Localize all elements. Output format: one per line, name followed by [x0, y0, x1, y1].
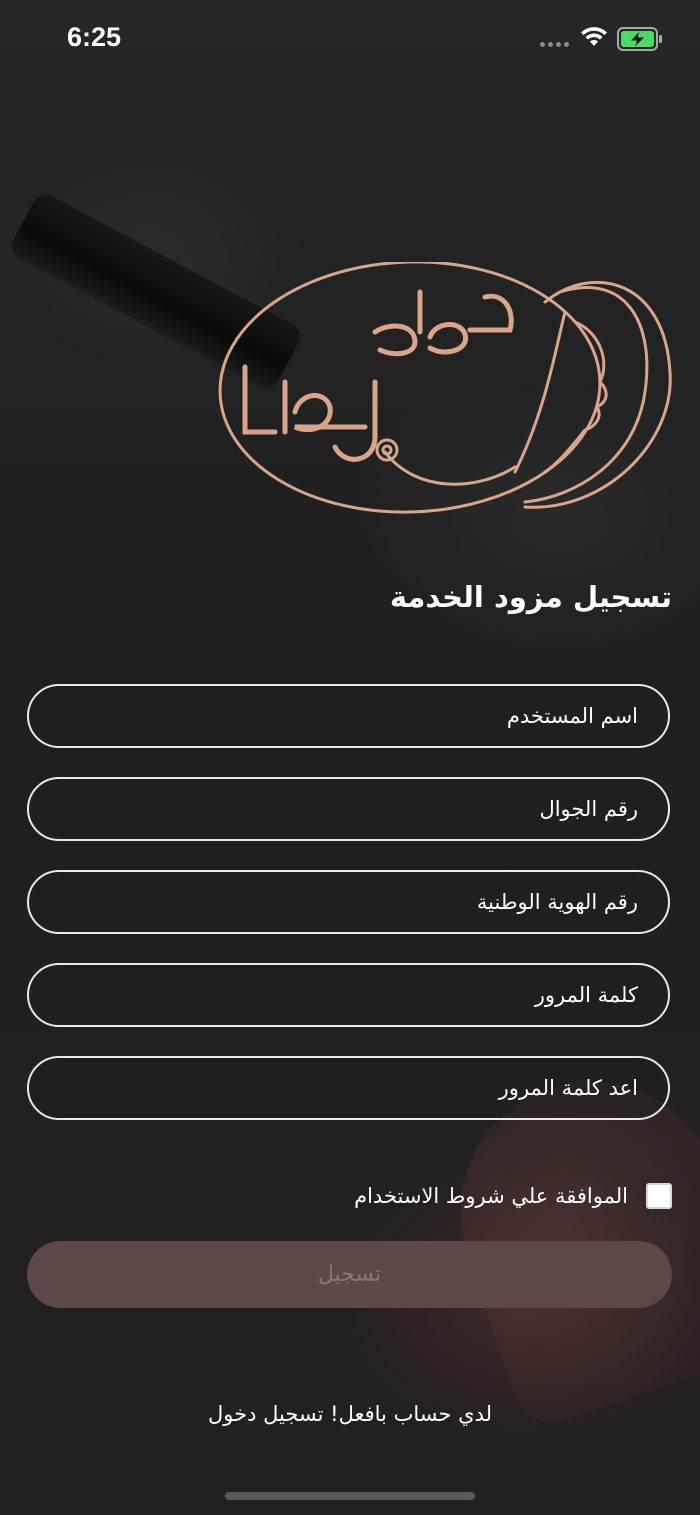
- username-field-container: [27, 684, 670, 748]
- wifi-icon: [581, 27, 607, 46]
- battery-charging-icon: [617, 27, 662, 51]
- password-field-container: [27, 963, 670, 1027]
- status-bar: 6:25: [0, 0, 700, 80]
- confirm-password-input[interactable]: [29, 1075, 640, 1101]
- mobile-number-input[interactable]: [29, 796, 640, 822]
- username-input[interactable]: [29, 703, 640, 729]
- mobile-field-container: [27, 777, 670, 841]
- register-button[interactable]: تسجيل: [27, 1241, 672, 1308]
- password-input[interactable]: [29, 982, 640, 1008]
- terms-checkbox[interactable]: [646, 1183, 672, 1209]
- home-indicator: [225, 1492, 475, 1500]
- terms-agreement-row: الموافقة علي شروط الاستخدام: [354, 1183, 672, 1209]
- status-time: 6:25: [67, 22, 122, 52]
- confirm-password-field-container: [27, 1056, 670, 1120]
- cellular-signal-icon: [540, 42, 569, 47]
- national-id-field-container: [27, 870, 670, 934]
- terms-label[interactable]: الموافقة علي شروط الاستخدام: [354, 1184, 628, 1208]
- page-title: تسجيل مزود الخدمة: [389, 580, 672, 614]
- login-link[interactable]: لدي حساب بافعل! تسجيل دخول: [0, 1402, 700, 1426]
- national-id-input[interactable]: [29, 889, 640, 915]
- signup-screen: 6:25 تسجيل مزود الخدمة اسم المستخدم رقم …: [0, 0, 700, 1515]
- brand-logo: [218, 262, 672, 514]
